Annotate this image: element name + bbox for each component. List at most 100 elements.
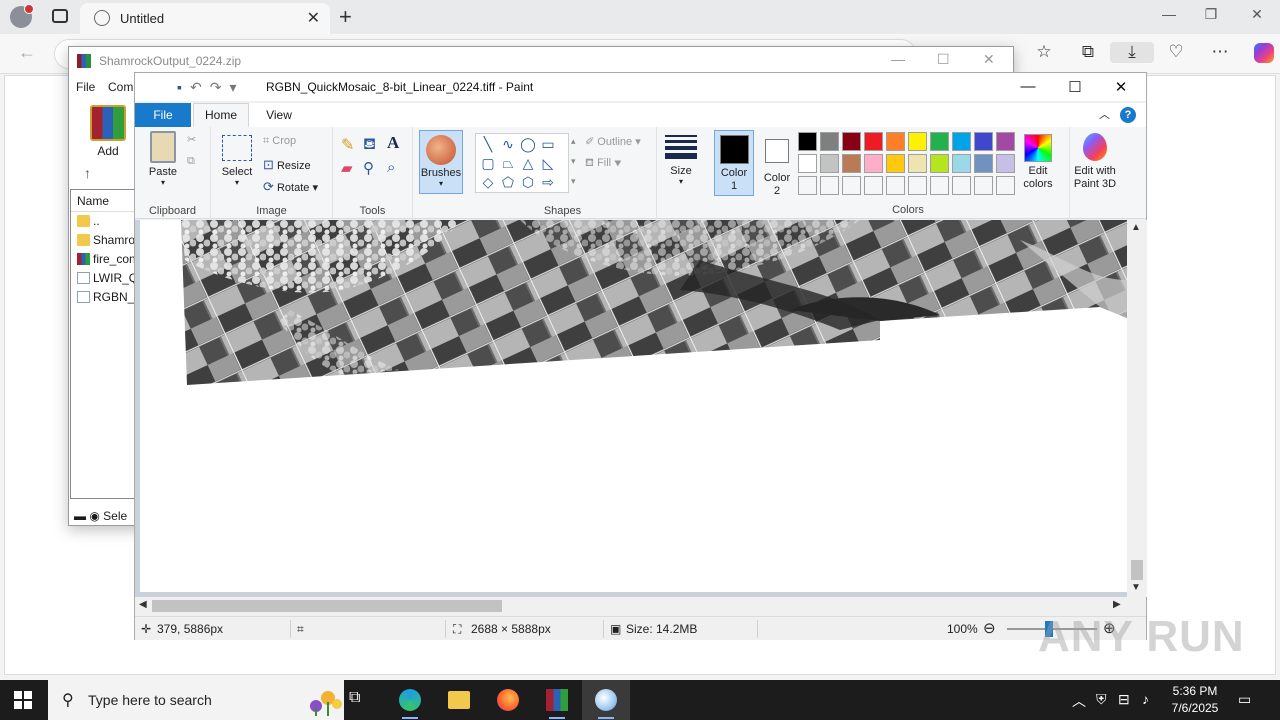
winrar-maximize-button[interactable]: ☐ (937, 51, 950, 68)
palette-swatch[interactable] (974, 154, 993, 173)
paste-button[interactable]: Paste ▾ (143, 131, 183, 187)
column-header-name[interactable]: Name (71, 190, 135, 212)
pencil-icon[interactable]: ✎ (341, 135, 354, 155)
horizontal-scrollbar[interactable]: ◀ ▶ (135, 597, 1127, 615)
more-options-icon[interactable]: ⋯ (1198, 42, 1242, 63)
horizontal-scroll-thumb[interactable] (152, 600, 502, 612)
shapes-scroll-icon[interactable]: ▴ ▾ ▾ (571, 131, 576, 191)
undo-icon[interactable]: ↶ (190, 79, 210, 95)
drawing-canvas[interactable] (140, 220, 1127, 592)
notifications-icon[interactable]: ▭ (1238, 691, 1251, 708)
winrar-close-button[interactable]: ✕ (983, 51, 995, 68)
tab-file[interactable]: File (135, 103, 191, 127)
palette-swatch[interactable] (886, 176, 905, 195)
windows-start-icon[interactable] (14, 691, 32, 709)
palette-swatch[interactable] (930, 132, 949, 151)
downloads-icon[interactable]: ⤓ (1110, 42, 1154, 63)
color-picker-icon[interactable]: ⚲ (363, 159, 374, 177)
browser-essentials-icon[interactable]: ♡ (1154, 42, 1198, 63)
taskbar-file-explorer[interactable] (435, 680, 483, 720)
palette-swatch[interactable] (908, 176, 927, 195)
collections-icon[interactable]: ⧉ (1066, 42, 1110, 63)
rotate-button[interactable]: ⟳ Rotate ▾ (263, 179, 318, 195)
magnifier-icon[interactable]: ⌕ (387, 159, 395, 176)
list-item[interactable]: LWIR_Q (71, 269, 135, 288)
list-item[interactable]: RGBN_Q (71, 288, 135, 307)
palette-swatch[interactable] (820, 132, 839, 151)
palette-swatch[interactable] (886, 132, 905, 151)
palette-swatch[interactable] (798, 176, 817, 195)
taskbar-winrar[interactable] (533, 680, 581, 720)
browser-tab[interactable]: Untitled ✕ (80, 3, 330, 34)
cut-icon[interactable]: ✂ (187, 133, 196, 146)
browser-restore-button[interactable]: ❐ (1188, 6, 1234, 23)
shapes-gallery[interactable]: ╲ ∿ ◯ ▭ ▢ ⏢ △ ◺ ◇ ⬠ ⬡ ⇨ (475, 133, 569, 193)
list-item[interactable]: fire_con (71, 250, 135, 269)
palette-swatch[interactable] (996, 176, 1015, 195)
favorites-star-icon[interactable]: ☆ (1022, 42, 1066, 63)
task-view-button[interactable]: ⧉ (336, 680, 384, 720)
paint-close-button[interactable]: ✕ (1098, 78, 1144, 96)
curve-shape-icon[interactable]: ∿ (498, 136, 518, 153)
save-icon[interactable]: ▪ (177, 79, 190, 95)
polygon-shape-icon[interactable]: ⏢ (498, 155, 518, 172)
palette-swatch[interactable] (798, 154, 817, 173)
palette-swatch[interactable] (842, 154, 861, 173)
palette-swatch[interactable] (864, 154, 883, 173)
rounded-rectangle-shape-icon[interactable]: ▢ (478, 155, 498, 172)
palette-swatch[interactable] (930, 176, 949, 195)
taskbar-search-box[interactable]: ⚲ Type here to search (48, 680, 344, 720)
color1-button[interactable]: Color 1 (714, 130, 754, 196)
show-hidden-icons-chevron-icon[interactable]: ︿ (1072, 691, 1086, 711)
paint-minimize-button[interactable]: — (1005, 78, 1051, 95)
select-button[interactable]: Select ▾ (217, 135, 257, 187)
vertical-scroll-thumb[interactable] (1131, 560, 1143, 580)
line-shape-icon[interactable]: ╲ (478, 136, 498, 153)
winrar-menu-commands[interactable]: Com (108, 80, 133, 94)
fill-button[interactable]: ⛾ Fill ▾ (585, 157, 622, 171)
palette-swatch[interactable] (974, 132, 993, 151)
palette-swatch[interactable] (930, 154, 949, 173)
collapse-ribbon-icon[interactable]: ︿ (1099, 109, 1110, 121)
scroll-left-icon[interactable]: ◀ (139, 599, 147, 610)
oval-shape-icon[interactable]: ◯ (518, 136, 538, 153)
palette-swatch[interactable] (996, 154, 1015, 173)
color2-button[interactable]: Color 2 (757, 130, 797, 198)
copy-icon[interactable]: ⧉ (187, 155, 195, 168)
close-tab-button[interactable]: ✕ (307, 8, 320, 28)
scroll-right-icon[interactable]: ▶ (1113, 599, 1121, 610)
redo-icon[interactable]: ↷ (210, 79, 230, 95)
palette-swatch[interactable] (820, 154, 839, 173)
profile-avatar-icon[interactable] (10, 4, 34, 28)
scroll-up-icon[interactable]: ▲ (1131, 222, 1141, 233)
paint-maximize-button[interactable]: ☐ (1052, 78, 1098, 96)
winrar-add-button[interactable]: Add (83, 105, 133, 158)
customize-qat-icon[interactable]: ▾ (229, 79, 244, 95)
taskbar-firefox[interactable] (484, 680, 532, 720)
system-clock[interactable]: 5:36 PM 7/6/2025 (1160, 683, 1230, 717)
zoom-out-icon[interactable]: ⊖ (983, 619, 996, 637)
resize-button[interactable]: ⊡ Resize (263, 157, 311, 173)
palette-swatch[interactable] (996, 132, 1015, 151)
palette-swatch[interactable] (820, 176, 839, 195)
text-tool-icon[interactable]: A (387, 133, 399, 153)
copilot-icon[interactable] (1242, 42, 1280, 63)
brushes-button[interactable]: Brushes ▾ (419, 130, 463, 194)
back-arrow-icon[interactable]: ← (18, 42, 36, 63)
edit-colors-icon[interactable] (1024, 134, 1052, 162)
list-item[interactable]: .. (71, 212, 135, 231)
taskbar-edge[interactable] (386, 680, 434, 720)
palette-swatch[interactable] (952, 154, 971, 173)
palette-swatch[interactable] (908, 154, 927, 173)
right-triangle-shape-icon[interactable]: ◺ (538, 155, 558, 172)
palette-swatch[interactable] (952, 176, 971, 195)
winrar-menu-file[interactable]: File (76, 80, 95, 94)
scroll-down-icon[interactable]: ▼ (1131, 582, 1141, 593)
new-tab-button[interactable]: + (339, 4, 352, 30)
diamond-shape-icon[interactable]: ◇ (478, 174, 498, 191)
palette-swatch[interactable] (842, 176, 861, 195)
palette-swatch[interactable] (798, 132, 817, 151)
volume-icon[interactable]: ♪ (1142, 691, 1149, 707)
triangle-shape-icon[interactable]: △ (518, 155, 538, 172)
tab-home[interactable]: Home (193, 103, 249, 127)
